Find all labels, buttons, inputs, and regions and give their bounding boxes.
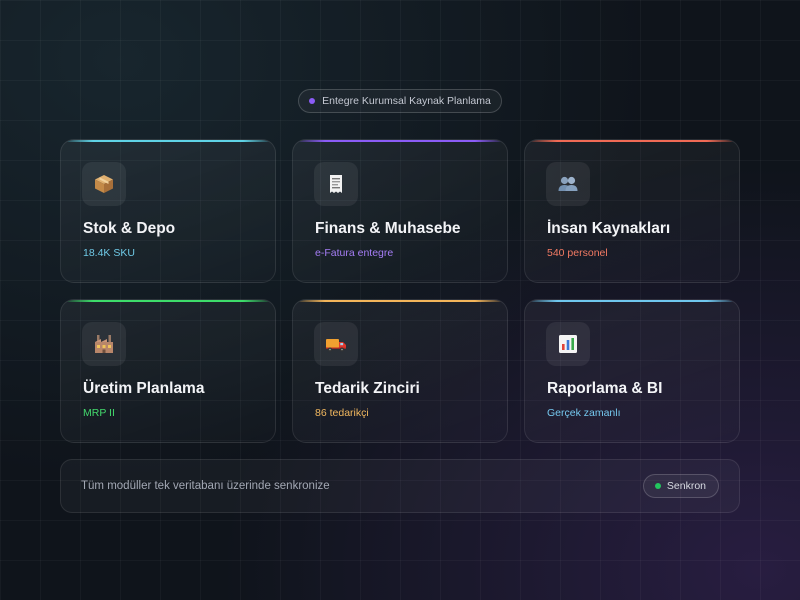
- card-accent-line: [61, 300, 275, 302]
- module-title: Stok & Depo: [83, 220, 176, 237]
- module-card-finance[interactable]: Finans & Muhasebe e-Fatura entegre: [292, 139, 508, 283]
- module-card-production[interactable]: Üretim Planlama MRP II: [60, 299, 276, 443]
- card-accent-line: [293, 300, 507, 302]
- module-subtitle: Gerçek zamanlı: [547, 407, 621, 419]
- module-card-reporting[interactable]: Raporlama & BI Gerçek zamanlı: [524, 299, 740, 443]
- module-card-supply-chain[interactable]: Tedarik Zinciri 86 tedarikçi: [292, 299, 508, 443]
- sync-message: Tüm modüller tek veritabanı üzerinde sen…: [81, 480, 330, 492]
- receipt-icon: [330, 175, 342, 193]
- truck-icon: [326, 339, 346, 352]
- module-subtitle: MRP II: [83, 407, 115, 419]
- sync-footer: Tüm modüller tek veritabanı üzerinde sen…: [60, 459, 740, 513]
- card-accent-line: [525, 140, 739, 142]
- module-title: İnsan Kaynakları: [547, 220, 671, 237]
- module-subtitle: 18.4K SKU: [83, 247, 135, 259]
- module-subtitle: e-Fatura entegre: [315, 247, 394, 259]
- module-subtitle: 540 personel: [547, 247, 608, 259]
- header-dot: [309, 98, 316, 104]
- factory-icon: [95, 335, 113, 353]
- card-accent-line: [61, 140, 275, 142]
- bar-chart-icon: [559, 335, 577, 353]
- status-dot: [654, 483, 661, 489]
- module-title: Raporlama & BI: [547, 380, 663, 397]
- sync-status-label: Senkron: [666, 480, 706, 492]
- module-title: Üretim Planlama: [83, 380, 205, 397]
- module-title: Tedarik Zinciri: [315, 380, 420, 397]
- module-card-hr[interactable]: İnsan Kaynakları 540 personel: [524, 139, 740, 283]
- header-pill: Entegre Kurumsal Kaynak Planlama: [298, 89, 502, 113]
- module-card-stock[interactable]: Stok & Depo 18.4K SKU: [60, 139, 276, 283]
- people-icon: [558, 176, 578, 191]
- card-accent-line: [525, 300, 739, 302]
- package-icon: [95, 175, 113, 193]
- sync-status-badge[interactable]: Senkron: [642, 474, 719, 498]
- card-accent-line: [293, 140, 507, 142]
- header-pill-label: Entegre Kurumsal Kaynak Planlama: [322, 95, 491, 107]
- module-subtitle: 86 tedarikçi: [315, 407, 369, 419]
- module-title: Finans & Muhasebe: [315, 220, 461, 237]
